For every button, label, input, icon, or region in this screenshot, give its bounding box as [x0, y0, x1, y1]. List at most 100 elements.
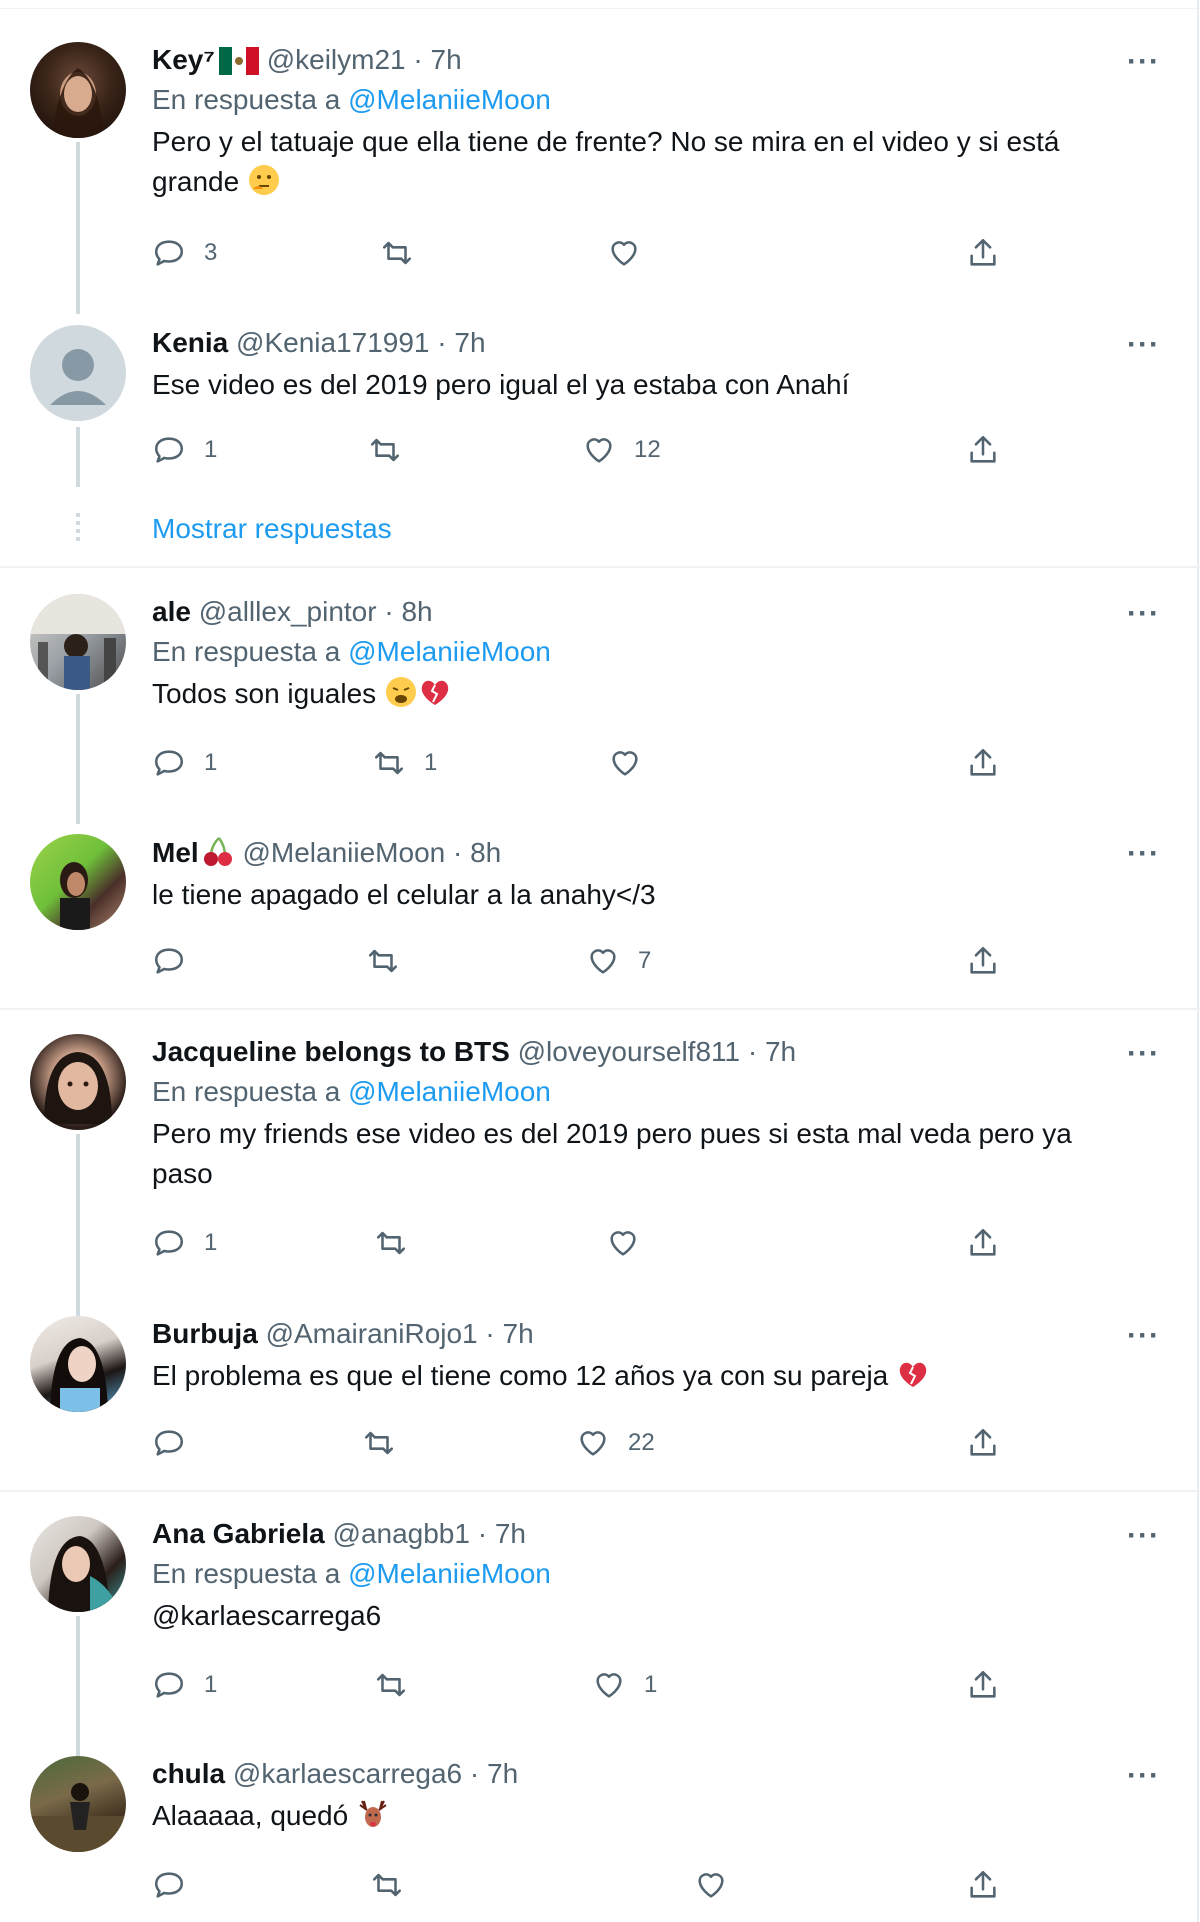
share-button[interactable]	[966, 746, 1000, 780]
tweet-amairanirojo1[interactable]: Burbuja @AmairaniRojo1 · 7h El problema …	[0, 1310, 1200, 1490]
more-options-icon[interactable]: ···	[1127, 1521, 1160, 1551]
share-button[interactable]	[966, 236, 1000, 270]
heart-icon	[698, 1873, 724, 1898]
show-replies-link[interactable]: Mostrar respuestas	[152, 513, 392, 545]
like-count: 7	[638, 947, 652, 974]
avatar[interactable]	[30, 594, 126, 690]
timestamp[interactable]: · 7h	[485, 1318, 533, 1349]
reply-to-mention[interactable]: @MelaniieMoon	[348, 1558, 551, 1589]
more-options-icon[interactable]: ···	[1127, 599, 1160, 629]
retweet-button[interactable]	[370, 1868, 404, 1902]
like-button[interactable]	[694, 1868, 728, 1902]
share-icon	[970, 946, 996, 974]
user-handle[interactable]: @anagbb1	[333, 1518, 470, 1549]
like-button[interactable]	[606, 1226, 640, 1260]
more-options-icon[interactable]: ···	[1127, 1039, 1160, 1069]
reply-button[interactable]: 1	[152, 1668, 217, 1702]
tweet-kenia171991[interactable]: Kenia @Kenia171991 · 7h Ese video es del…	[0, 285, 1200, 565]
timestamp[interactable]: · 8h	[384, 596, 432, 627]
retweet-button[interactable]	[362, 1426, 396, 1460]
share-button[interactable]	[966, 433, 1000, 467]
more-options-icon[interactable]: ···	[1127, 47, 1160, 77]
timestamp[interactable]: · 8h	[453, 837, 501, 868]
avatar[interactable]	[30, 1034, 126, 1130]
retweet-button[interactable]	[366, 944, 400, 978]
timestamp[interactable]: · 7h	[413, 44, 461, 75]
display-name[interactable]: chula	[152, 1758, 225, 1789]
like-button[interactable]: 12	[582, 433, 661, 467]
share-button[interactable]	[966, 1226, 1000, 1260]
like-button[interactable]	[607, 236, 641, 270]
display-name[interactable]: Kenia	[152, 327, 228, 358]
like-button[interactable]: 22	[576, 1426, 655, 1460]
user-handle[interactable]: @MelaniieMoon	[242, 837, 445, 868]
reply-button[interactable]	[152, 1426, 186, 1460]
display-name[interactable]: Mel	[152, 837, 199, 868]
retweet-icon	[372, 1873, 402, 1897]
reply-icon	[154, 437, 184, 463]
user-handle[interactable]: @alllex_pintor	[199, 596, 377, 627]
tweet-alllex-pintor[interactable]: ale @alllex_pintor · 8h En respuesta a @…	[0, 568, 1200, 824]
timestamp[interactable]: · 7h	[437, 327, 485, 358]
reply-button[interactable]	[152, 1868, 186, 1902]
timestamp[interactable]: · 7h	[470, 1758, 518, 1789]
display-name[interactable]: ale	[152, 596, 191, 627]
avatar[interactable]	[30, 1516, 126, 1612]
tweet-melaniiemoon[interactable]: Mel @MelaniieMoon · 8h le tiene apagado …	[0, 808, 1200, 1008]
reply-button[interactable]: 1	[152, 1226, 217, 1260]
display-name[interactable]: Jacqueline belongs to BTS	[152, 1036, 510, 1067]
broken-heart-emoji-icon	[418, 675, 452, 709]
timestamp[interactable]: · 7h	[748, 1036, 796, 1067]
like-button[interactable]	[608, 746, 642, 780]
retweet-button[interactable]	[380, 236, 414, 270]
more-options-icon[interactable]: ···	[1127, 839, 1160, 869]
reply-button[interactable]: 1	[152, 433, 217, 467]
avatar[interactable]	[30, 1316, 126, 1412]
retweet-button[interactable]: 1	[372, 746, 437, 780]
user-handle[interactable]: @keilym21	[267, 44, 406, 75]
like-button[interactable]: 7	[586, 944, 651, 978]
display-name[interactable]: Ana Gabriela	[152, 1518, 325, 1549]
share-button[interactable]	[966, 1668, 1000, 1702]
thread-dots	[76, 513, 80, 543]
share-button[interactable]	[966, 1868, 1000, 1902]
user-handle[interactable]: @AmairaniRojo1	[266, 1318, 478, 1349]
display-name[interactable]: Burbuja	[152, 1318, 258, 1349]
retweet-icon	[368, 949, 398, 973]
tweet-keilym21[interactable]: Key⁷ @keilym21 · 7h En respuesta a @Mela…	[0, 0, 1200, 314]
more-options-icon[interactable]: ···	[1127, 1321, 1160, 1351]
retweet-button[interactable]	[374, 1668, 408, 1702]
user-handle[interactable]: @loveyourself811	[518, 1036, 740, 1067]
reply-button[interactable]: 3	[152, 236, 217, 270]
reply-icon	[154, 1430, 184, 1456]
more-options-icon[interactable]: ···	[1127, 1761, 1160, 1791]
more-options-icon[interactable]: ···	[1127, 330, 1160, 360]
reply-button[interactable]	[152, 944, 186, 978]
share-icon	[970, 435, 996, 463]
tweet-anagbb1[interactable]: Ana Gabriela @anagbb1 · 7h En respuesta …	[0, 1492, 1200, 1758]
retweet-button[interactable]	[368, 433, 402, 467]
cherries-emoji-icon	[201, 834, 235, 868]
like-button[interactable]: 1	[592, 1668, 657, 1702]
share-button[interactable]	[966, 1426, 1000, 1460]
tweet-loveyourself811[interactable]: Jacqueline belongs to BTS @loveyourself8…	[0, 1010, 1200, 1320]
reply-button[interactable]: 1	[152, 746, 217, 780]
display-name[interactable]: Key⁷	[152, 44, 215, 75]
tweet-karlaescarrega6[interactable]: chula @karlaescarrega6 · 7h Alaaaaa, que…	[0, 1732, 1200, 1922]
user-handle[interactable]: @karlaescarrega6	[233, 1758, 462, 1789]
share-button[interactable]	[966, 944, 1000, 978]
tweet-mention[interactable]: @karlaescarrega6	[152, 1596, 1160, 1636]
avatar[interactable]	[30, 1756, 126, 1852]
heart-icon	[586, 438, 612, 463]
default-avatar-icon[interactable]	[30, 325, 126, 421]
avatar[interactable]	[30, 834, 126, 930]
avatar[interactable]	[30, 42, 126, 138]
retweet-button[interactable]	[374, 1226, 408, 1260]
user-handle[interactable]: @Kenia171991	[236, 327, 429, 358]
reply-to-mention[interactable]: @MelaniieMoon	[348, 1076, 551, 1107]
reply-to-mention[interactable]: @MelaniieMoon	[348, 84, 551, 115]
reply-to-mention[interactable]: @MelaniieMoon	[348, 636, 551, 667]
retweet-count: 1	[424, 749, 438, 776]
timestamp[interactable]: · 7h	[478, 1518, 526, 1549]
reply-icon	[154, 750, 184, 776]
